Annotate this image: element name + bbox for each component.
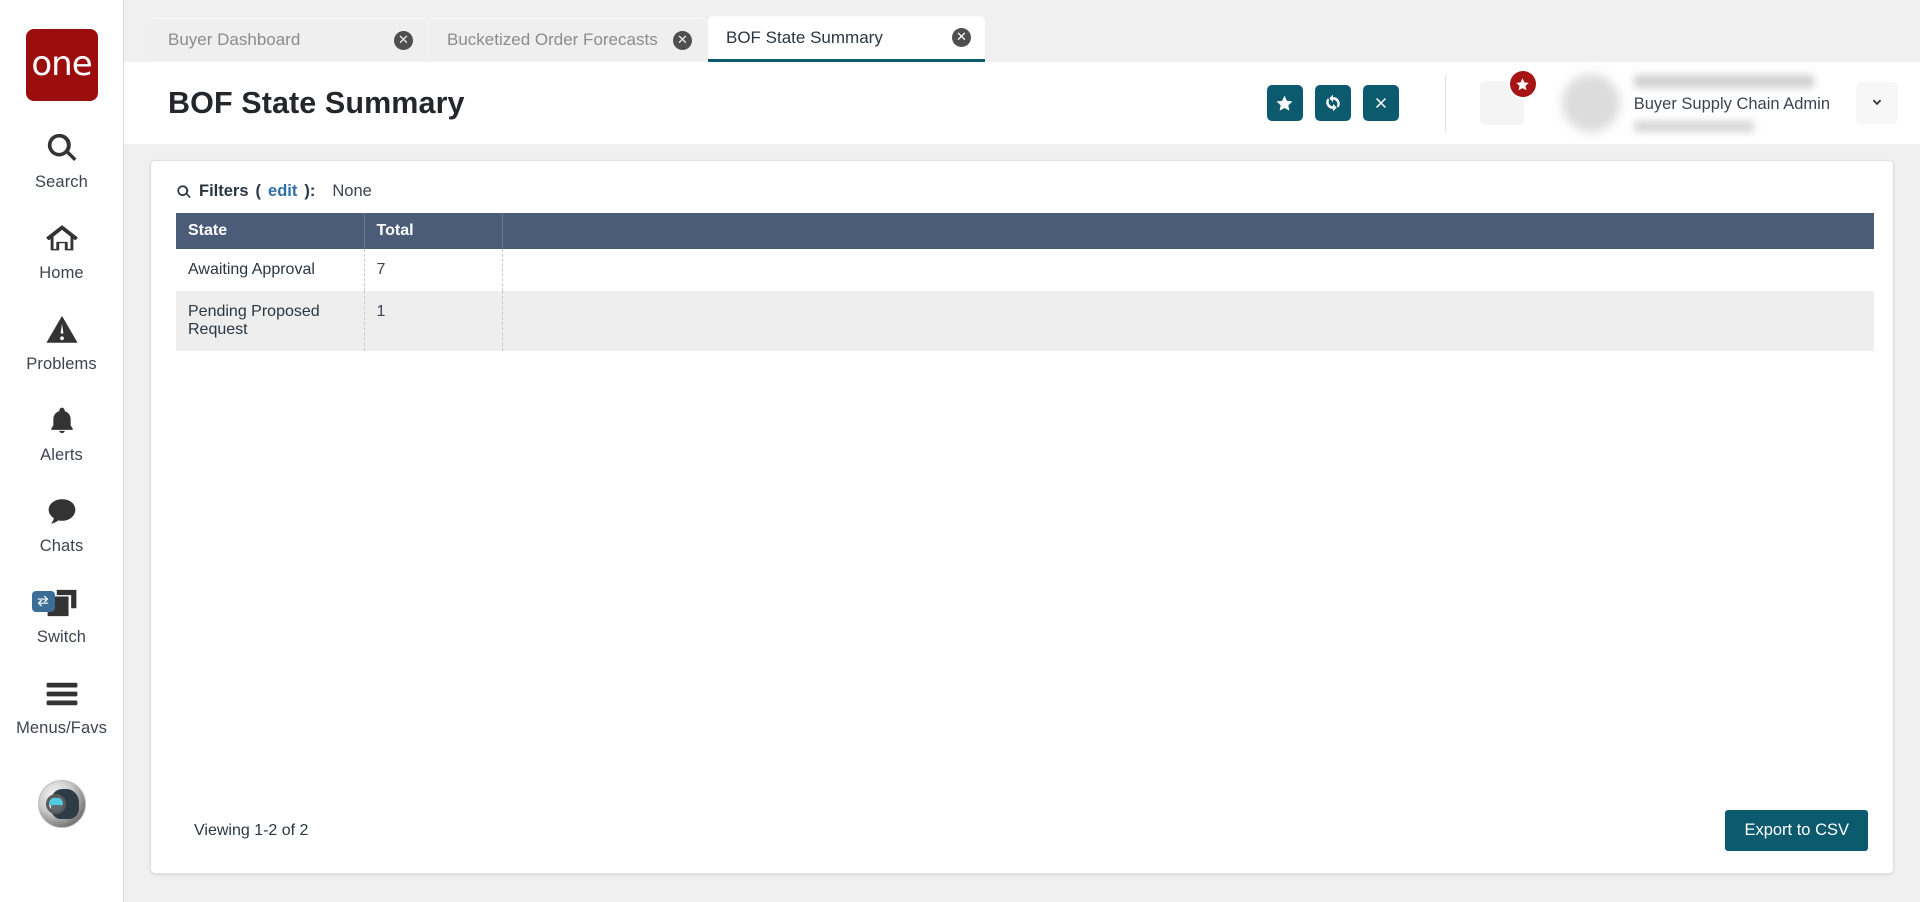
assistant-bot-avatar-icon[interactable] <box>37 780 86 828</box>
sidebar-item-menus-favs[interactable]: Menus/Favs <box>0 674 124 738</box>
filters-bar: Filters ( edit ): None <box>151 161 1893 213</box>
menus-favs-button[interactable] <box>1479 71 1536 125</box>
user-account-area[interactable]: Buyer Supply Chain Admin <box>1561 74 1920 132</box>
tab-label: BOF State Summary <box>726 27 883 47</box>
close-circle-icon[interactable]: ✕ <box>952 28 971 47</box>
filters-edit-link[interactable]: edit <box>268 182 297 201</box>
chevron-down-icon <box>1872 99 1882 106</box>
user-role-label: Buyer Supply Chain Admin <box>1633 94 1830 113</box>
user-name-redacted <box>1633 74 1814 88</box>
bot-ring-shape <box>45 794 66 814</box>
user-org-redacted <box>1633 120 1754 132</box>
page-header: BOF State Summary Buyer Supply Chain Adm… <box>124 62 1920 144</box>
main-region: Buyer Dashboard ✕ Bucketized Order Forec… <box>124 0 1920 902</box>
column-header-total[interactable]: Total <box>364 213 503 249</box>
close-button[interactable] <box>1362 85 1399 121</box>
cell-total: 1 <box>364 291 503 351</box>
state-summary-table: State Total Awaiting Approval 7 Pending <box>176 213 1874 351</box>
search-icon <box>177 184 191 198</box>
tab-bof-state-summary[interactable]: BOF State Summary ✕ <box>708 16 985 62</box>
tab-strip: Buyer Dashboard ✕ Bucketized Order Forec… <box>124 0 1920 62</box>
sidebar-item-chats[interactable]: Chats <box>0 492 124 556</box>
logo-tile: one <box>25 29 98 101</box>
table-body: Awaiting Approval 7 Pending Proposed Req… <box>176 249 1874 351</box>
column-header-state[interactable]: State <box>176 213 365 249</box>
cell-state: Pending Proposed Request <box>176 291 365 351</box>
sidebar-item-label: Menus/Favs <box>16 719 107 737</box>
star-icon <box>1276 95 1293 111</box>
report-card: Filters ( edit ): None State Total Await… <box>150 160 1894 874</box>
star-icon <box>1516 77 1529 90</box>
filters-label: Filters <box>199 182 249 200</box>
cell-filler <box>502 291 1874 351</box>
app-root: one Search Home Problems Alerts Chats Sw… <box>0 0 1920 902</box>
avatar <box>1561 74 1620 132</box>
filters-open-paren: ( <box>255 182 262 200</box>
sidebar-item-search[interactable]: Search <box>0 128 124 192</box>
hamburger-icon <box>45 674 79 714</box>
header-divider <box>1444 75 1446 131</box>
sidebar-item-problems[interactable]: Problems <box>0 310 124 374</box>
refresh-icon <box>1325 94 1340 112</box>
filters-close-paren: ): <box>304 182 316 200</box>
logo-text: one <box>31 44 92 84</box>
sidebar-item-alerts[interactable]: Alerts <box>0 401 124 465</box>
x-icon <box>1375 98 1386 108</box>
table-header-row: State Total <box>176 213 1874 249</box>
favorites-badge <box>1509 71 1536 97</box>
left-sidebar: one Search Home Problems Alerts Chats Sw… <box>0 0 124 902</box>
close-circle-icon[interactable]: ✕ <box>673 30 692 50</box>
table-row[interactable]: Pending Proposed Request 1 <box>176 291 1874 351</box>
sidebar-item-label: Alerts <box>40 446 83 464</box>
tab-label: Buyer Dashboard <box>168 30 301 49</box>
export-to-csv-button[interactable]: Export to CSV <box>1725 810 1868 851</box>
brand-logo[interactable]: one <box>25 29 98 101</box>
close-circle-icon[interactable]: ✕ <box>394 30 413 50</box>
bell-icon <box>46 401 78 441</box>
card-footer: Viewing 1-2 of 2 Export to CSV <box>151 810 1893 873</box>
search-icon <box>45 128 79 168</box>
copy-windows-icon <box>31 583 79 623</box>
sidebar-item-label: Search <box>35 173 88 191</box>
sidebar-item-label: Problems <box>26 355 97 373</box>
content-area: Filters ( edit ): None State Total Await… <box>124 144 1920 902</box>
sidebar-item-switch[interactable]: Switch <box>0 583 124 647</box>
cell-state: Awaiting Approval <box>176 249 365 291</box>
user-menu-toggle[interactable] <box>1856 82 1898 124</box>
tab-label: Bucketized Order Forecasts <box>447 30 658 49</box>
sidebar-item-label: Home <box>39 264 84 282</box>
header-action-group: Buyer Supply Chain Admin <box>1266 71 1920 132</box>
user-meta: Buyer Supply Chain Admin <box>1633 74 1830 132</box>
favorite-button[interactable] <box>1266 85 1303 121</box>
table-head: State Total <box>176 213 1874 249</box>
home-icon <box>45 219 79 259</box>
pagination-status: Viewing 1-2 of 2 <box>194 821 309 839</box>
warning-triangle-icon <box>45 310 79 350</box>
chat-bubble-icon <box>45 492 79 532</box>
page-title: BOF State Summary <box>168 85 465 120</box>
sidebar-item-home[interactable]: Home <box>0 219 124 283</box>
cell-filler <box>502 249 1874 291</box>
sidebar-item-label: Chats <box>39 537 84 555</box>
cell-total: 7 <box>364 249 503 291</box>
tab-buyer-dashboard[interactable]: Buyer Dashboard ✕ <box>150 18 427 62</box>
refresh-button[interactable] <box>1314 85 1351 121</box>
sidebar-item-label: Switch <box>36 628 87 646</box>
exchange-arrows-icon[interactable] <box>31 591 55 612</box>
table-row[interactable]: Awaiting Approval 7 <box>176 249 1874 291</box>
column-header-filler <box>502 213 1874 249</box>
tab-bucketized-order-forecasts[interactable]: Bucketized Order Forecasts ✕ <box>429 18 706 62</box>
filters-value: None <box>332 182 372 200</box>
